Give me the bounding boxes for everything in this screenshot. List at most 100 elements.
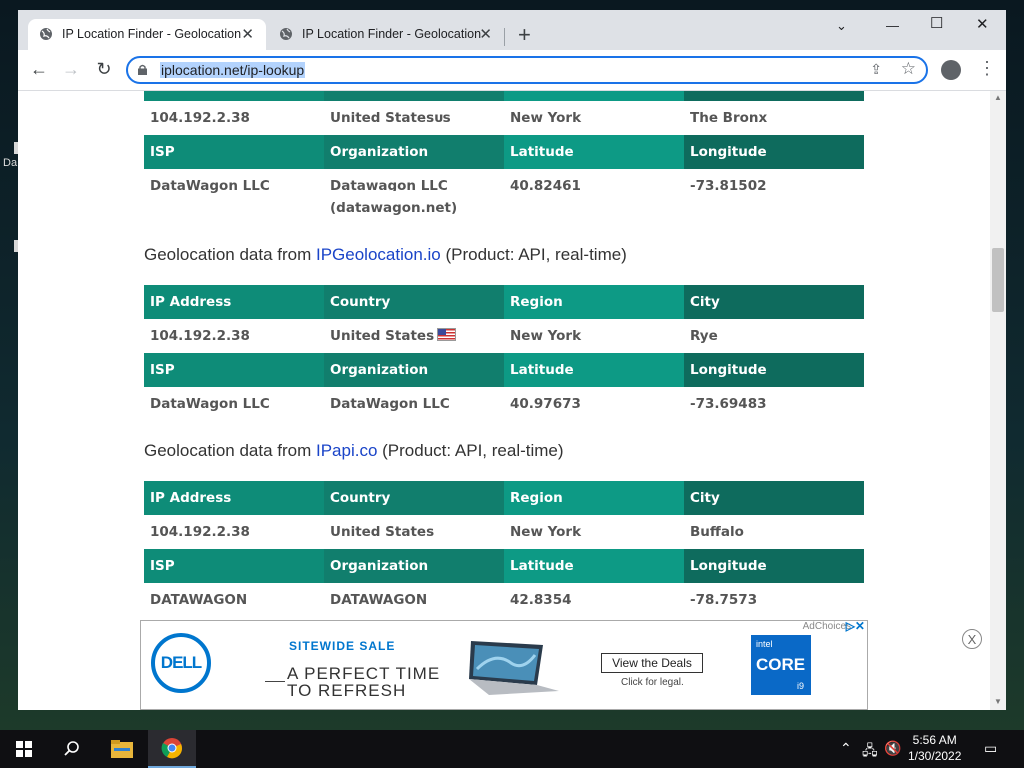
section-heading: Geolocation data from IPapi.co (Product:… (144, 441, 564, 461)
tab-search-icon[interactable]: ⌄ (836, 18, 847, 34)
close-tab-icon[interactable]: ✕ (479, 25, 492, 43)
show-hidden-icons-icon[interactable]: ⌃ (840, 740, 852, 757)
chrome-icon (161, 738, 182, 759)
back-button[interactable]: ← (28, 58, 50, 80)
network-icon[interactable]: 🖧 (862, 740, 878, 764)
scroll-up-icon[interactable]: ▲ (994, 93, 1002, 102)
organization-value: DataWagon LLC (324, 387, 504, 421)
country-header: Country (324, 285, 504, 319)
laptop-image[interactable] (465, 639, 561, 697)
provider-link[interactable]: IPapi.co (316, 441, 377, 460)
heading-text: (Product: API, real-time) (440, 245, 627, 264)
region-header: Region (504, 285, 684, 319)
table-row: 104.192.2.38 United States New York Buff… (144, 515, 864, 549)
table-header-row: ISP Organization Latitude Longitude (144, 549, 864, 583)
country-value: United States (324, 319, 504, 353)
lock-icon[interactable] (138, 64, 147, 75)
new-tab-button[interactable]: + (518, 24, 531, 46)
ip-address-value: 104.192.2.38 (144, 101, 324, 135)
ad-tagline-line1: A PERFECT TIME (287, 664, 441, 683)
city-header: City (684, 481, 864, 515)
region-value: New York (504, 101, 684, 135)
search-button[interactable] (54, 730, 90, 768)
ip-address-header: IP Address (144, 481, 324, 515)
ad-sale-text: SITEWIDE SALE (289, 639, 396, 653)
address-bar[interactable]: iplocation.net/ip-lookup ⇪ ☆ (126, 56, 928, 84)
ad-legal-link[interactable]: Click for legal. (621, 677, 684, 688)
tab-inactive[interactable]: IP Location Finder - Geolocation ✕ (268, 19, 504, 50)
windows-logo-icon (16, 741, 32, 757)
ad-tagline-line2: TO REFRESH (287, 681, 407, 700)
system-clock[interactable]: 5:56 AM 1/30/2022 (908, 732, 961, 764)
bookmark-star-icon[interactable]: ☆ (901, 59, 916, 79)
view-deals-button[interactable]: View the Deals (601, 653, 703, 673)
city-value: Buffalo (684, 515, 864, 549)
table-row: 104.192.2.38 United States New York Rye (144, 319, 864, 353)
adchoices-close-icon[interactable]: ▷✕ (846, 619, 865, 633)
provider-link[interactable]: IPGeolocation.io (316, 245, 441, 264)
region-header: Region (504, 481, 684, 515)
latitude-header: Latitude (504, 135, 684, 169)
globe-icon (40, 28, 52, 40)
latitude-header: Latitude (504, 549, 684, 583)
region-value: New York (504, 515, 684, 549)
heading-text: Geolocation data from (144, 245, 316, 264)
minimize-button[interactable]: — (886, 18, 899, 33)
isp-value: DATAWAGON (144, 583, 324, 617)
city-value: The Bronx (684, 101, 864, 135)
organization-header: Organization (324, 135, 504, 169)
heading-text: (Product: API, real-time) (377, 441, 564, 460)
profile-avatar[interactable] (941, 60, 961, 80)
table-row: 104.192.2.38 United Statesᴜs New York Th… (144, 101, 864, 135)
maximize-button[interactable]: ☐ (930, 14, 943, 32)
latitude-header: Latitude (504, 353, 684, 387)
chrome-taskbar-button[interactable] (148, 730, 196, 768)
file-explorer-button[interactable] (104, 730, 140, 768)
tab-active[interactable]: IP Location Finder - Geolocation ✕ (28, 19, 266, 50)
tab-title: IP Location Finder - Geolocation (62, 27, 242, 41)
desktop-icon-label: Da (3, 157, 18, 169)
isp-header: ISP (144, 549, 324, 583)
page-content: 104.192.2.38 United Statesᴜs New York Th… (18, 91, 990, 710)
table-header-row: ISP Organization Latitude Longitude (144, 135, 864, 169)
intel-core-badge[interactable]: intel CORE i9 (751, 635, 811, 695)
menu-dots-icon[interactable]: ⋮ (978, 58, 996, 79)
dell-logo[interactable]: DELL (151, 633, 211, 693)
intel-text: intel (756, 639, 773, 649)
country-header: Country (324, 481, 504, 515)
close-window-button[interactable]: ✕ (976, 15, 989, 33)
ad-close-button[interactable]: X (962, 629, 982, 649)
folder-icon (111, 740, 133, 758)
dell-ad-banner[interactable]: DELL SITEWIDE SALE A PERFECT TIME TO REFR… (140, 619, 868, 710)
table-header-row: IP Address Country Region City (144, 481, 864, 515)
scroll-down-icon[interactable]: ▼ (994, 697, 1002, 706)
organization-header: Organization (324, 549, 504, 583)
vertical-scrollbar[interactable]: ▲ ▼ (990, 91, 1006, 710)
isp-value: DataWagon LLC (144, 387, 324, 421)
longitude-header: Longitude (684, 135, 864, 169)
country-value: United Statesᴜs (324, 101, 504, 135)
volume-muted-icon[interactable]: 🔇 (884, 740, 901, 757)
table-row: (datawagon.net) (144, 191, 864, 225)
share-icon[interactable]: ⇪ (870, 61, 882, 78)
notifications-icon[interactable]: ▭ (984, 740, 997, 757)
reload-button[interactable]: ↻ (93, 58, 115, 80)
section-heading: Geolocation data from IPGeolocation.io (… (144, 245, 627, 265)
forward-button[interactable]: → (60, 58, 82, 80)
region-value: New York (504, 319, 684, 353)
browser-window: IP Location Finder - Geolocation ✕ IP Lo… (18, 10, 1006, 710)
organization-value: DATAWAGON (324, 583, 504, 617)
tab-separator (504, 28, 505, 46)
start-button[interactable] (8, 730, 40, 768)
heading-text: Geolocation data from (144, 441, 316, 460)
taskbar: ⌃ 🖧 🔇 5:56 AM 1/30/2022 ▭ (0, 730, 1024, 768)
url-text[interactable]: iplocation.net/ip-lookup (160, 62, 306, 78)
country-text: United States (330, 328, 435, 344)
i9-text: i9 (797, 681, 805, 691)
adchoices-label[interactable]: AdChoices (803, 621, 851, 632)
ip-address-value: 104.192.2.38 (144, 319, 324, 353)
core-text: CORE (756, 655, 806, 674)
isp-header: ISP (144, 353, 324, 387)
close-tab-icon[interactable]: ✕ (241, 25, 254, 43)
scrollbar-thumb[interactable] (992, 248, 1004, 312)
